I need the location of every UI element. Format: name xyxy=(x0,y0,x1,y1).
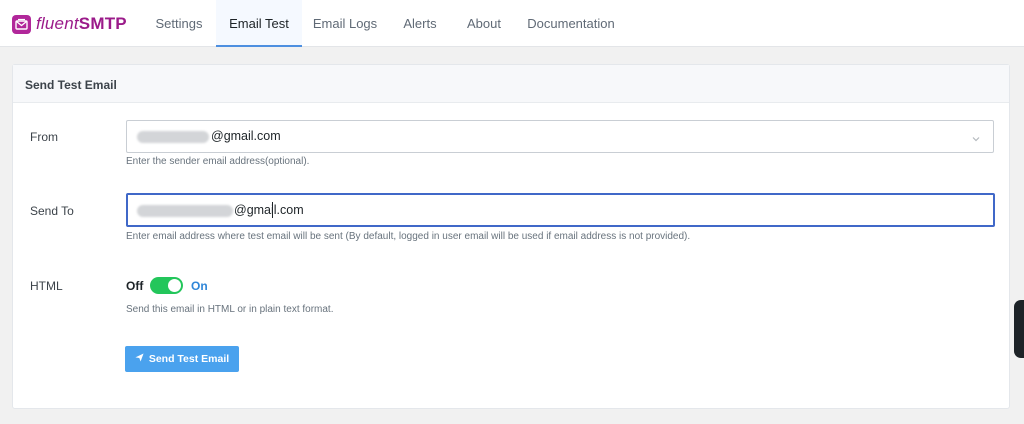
tab-alerts[interactable]: Alerts xyxy=(395,0,445,47)
send-to-email-value: @gmail.com xyxy=(234,203,304,217)
send-to-help-text: Enter email address where test email wil… xyxy=(126,231,691,242)
card-header: Send Test Email xyxy=(13,65,1009,103)
html-toggle-switch[interactable] xyxy=(150,277,183,294)
side-panel-handle[interactable] xyxy=(1014,300,1024,358)
chevron-down-icon xyxy=(971,131,981,149)
redacted-email-prefix xyxy=(137,131,209,143)
from-label: From xyxy=(30,130,58,144)
envelope-logo-icon xyxy=(12,14,31,34)
html-help-text: Send this email in HTML or in plain text… xyxy=(126,304,334,315)
redacted-email-prefix xyxy=(137,205,233,217)
from-email-select[interactable]: @gmail.com xyxy=(126,120,994,153)
card-title: Send Test Email xyxy=(25,78,117,92)
from-email-value: @gmail.com xyxy=(211,129,281,143)
send-test-email-card: Send Test Email From @gmail.com Enter th… xyxy=(12,64,1010,409)
send-test-email-label: Send Test Email xyxy=(148,353,230,365)
from-help-text: Enter the sender email address(optional)… xyxy=(126,156,310,167)
text-caret xyxy=(272,202,273,218)
send-to-email-input[interactable]: @gmail.com xyxy=(126,193,995,227)
brand-name-part1: fluent xyxy=(36,14,79,33)
send-test-email-button[interactable]: Send Test Email xyxy=(125,346,239,372)
brand-name-part2: SMTP xyxy=(78,14,127,33)
html-label: HTML xyxy=(30,279,63,293)
tab-documentation[interactable]: Documentation xyxy=(521,0,621,47)
tab-email-logs[interactable]: Email Logs xyxy=(306,0,384,47)
brand-name: fluentSMTP xyxy=(36,14,127,34)
toggle-on-label: On xyxy=(191,279,208,293)
toggle-knob xyxy=(168,279,181,292)
send-to-label: Send To xyxy=(30,204,74,218)
tab-email-test[interactable]: Email Test xyxy=(216,0,302,47)
top-navigation: fluentSMTP Settings Email Test Email Log… xyxy=(0,0,1024,47)
toggle-off-label: Off xyxy=(126,279,144,293)
tab-settings[interactable]: Settings xyxy=(145,0,213,47)
fluentsmtp-logo[interactable]: fluentSMTP xyxy=(12,14,127,34)
paper-plane-icon xyxy=(135,353,144,365)
tab-about[interactable]: About xyxy=(458,0,510,47)
